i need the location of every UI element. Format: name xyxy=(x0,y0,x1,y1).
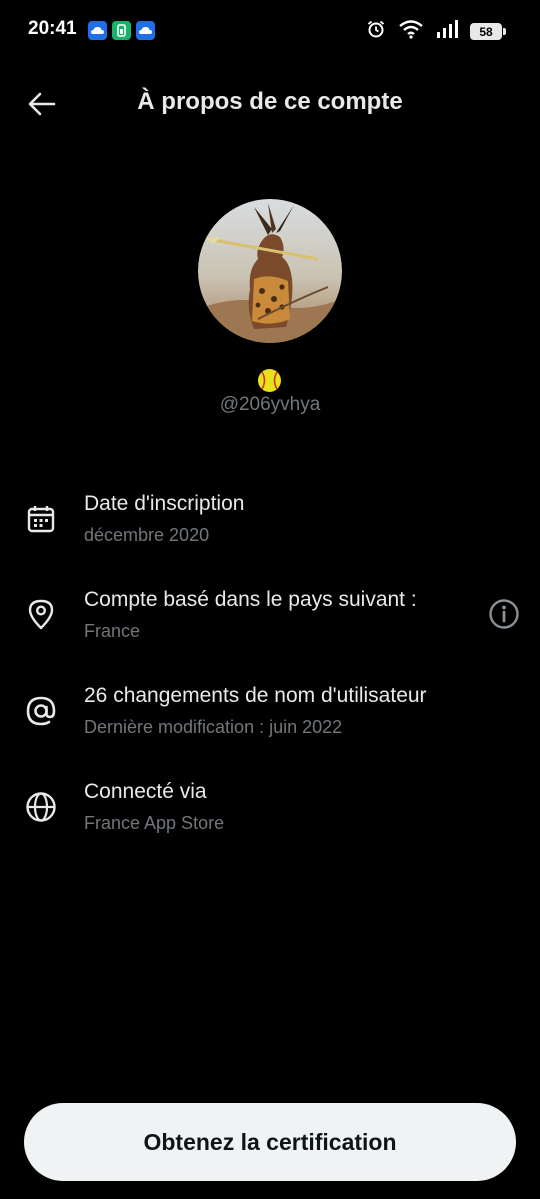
battery-saver-app-icon xyxy=(112,21,131,40)
globe-icon xyxy=(24,790,58,824)
info-value-connected-via: France App Store xyxy=(84,813,225,833)
info-value-joined: décembre 2020 xyxy=(84,525,210,545)
info-row-country: Compte basé dans le pays suivant : Franc… xyxy=(0,582,540,662)
at-sign-icon xyxy=(24,694,58,728)
info-row-connected-via: Connecté via France App Store xyxy=(0,774,540,854)
info-row-joined: Date d'inscription décembre 2020 xyxy=(0,486,540,566)
cloud-app-icon xyxy=(88,21,107,40)
battery-icon: 58 xyxy=(470,23,506,40)
notification-icons xyxy=(88,21,155,40)
softball-emoji xyxy=(257,368,282,393)
battery-level: 58 xyxy=(479,24,493,39)
status-time: 20:41 xyxy=(28,18,77,39)
system-status-icons: 58 xyxy=(366,19,506,44)
info-value-country: France xyxy=(84,621,141,641)
profile-handle: @206yvhya xyxy=(219,394,321,415)
cloud-app-icon xyxy=(136,21,155,40)
calendar-icon xyxy=(24,502,58,536)
info-help-button[interactable] xyxy=(488,598,520,630)
header: À propos de ce compte xyxy=(0,70,540,136)
wifi-icon xyxy=(398,19,424,44)
info-title-username-changes: 26 changements de nom d'utilisateur xyxy=(84,684,427,707)
location-pin-icon xyxy=(24,597,58,631)
alarm-icon xyxy=(366,19,386,44)
info-title-connected-via: Connecté via xyxy=(84,780,207,803)
page-title: À propos de ce compte xyxy=(137,88,403,115)
status-bar: 20:41 58 xyxy=(0,0,540,62)
info-title-country: Compte basé dans le pays suivant : xyxy=(84,588,417,611)
get-verified-button[interactable]: Obtenez la certification xyxy=(24,1103,516,1181)
signal-icon xyxy=(436,20,458,43)
info-icon xyxy=(489,599,519,629)
info-title-joined: Date d'inscription xyxy=(84,492,245,515)
info-value-username-changes: Dernière modification : juin 2022 xyxy=(84,717,343,737)
info-row-username-changes: 26 changements de nom d'utilisateur Dern… xyxy=(0,678,540,758)
avatar[interactable] xyxy=(198,199,342,343)
